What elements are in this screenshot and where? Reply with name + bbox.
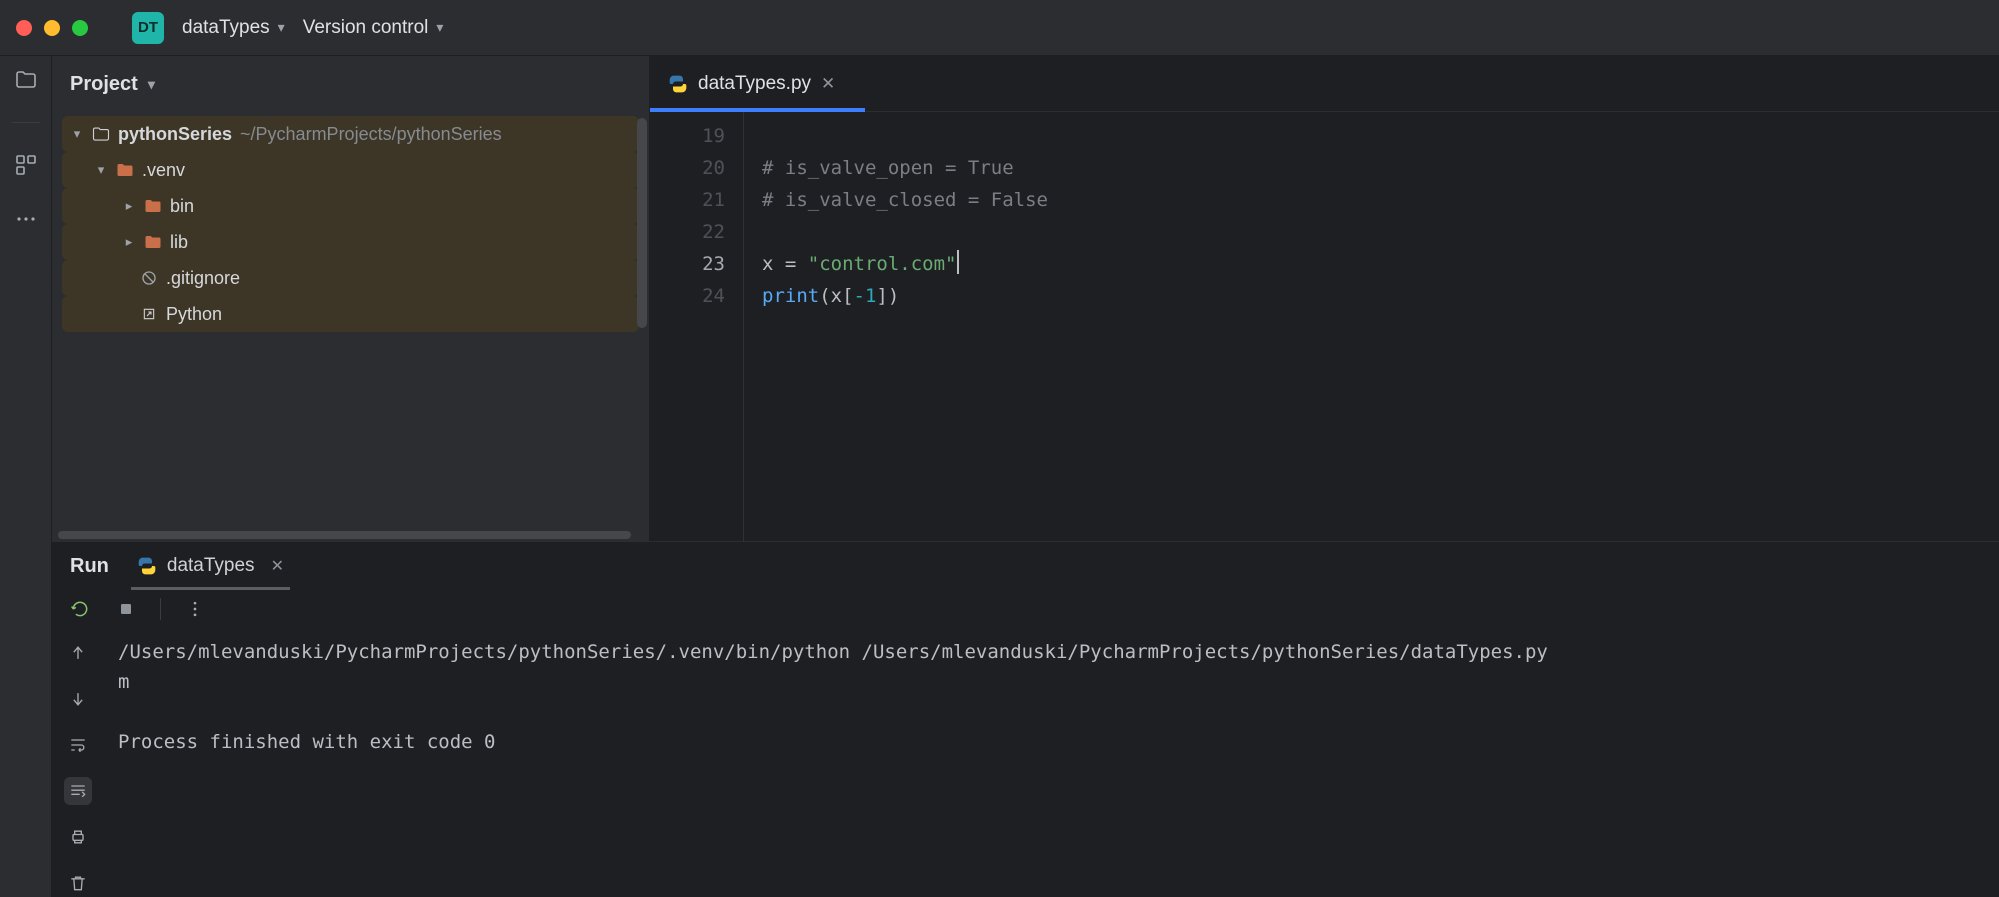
text-cursor bbox=[957, 250, 959, 274]
line-number[interactable]: 21 bbox=[650, 184, 725, 216]
chevron-down-icon[interactable]: ▾ bbox=[70, 126, 84, 142]
code-line[interactable]: # is_valve_closed = False bbox=[762, 184, 1048, 216]
tree-root-name: pythonSeries bbox=[118, 124, 232, 145]
shortcut-icon bbox=[140, 305, 158, 323]
tree-root-path: ~/PycharmProjects/pythonSeries bbox=[240, 124, 502, 145]
run-side-toolbar bbox=[52, 627, 104, 897]
rail-divider bbox=[12, 122, 40, 123]
ignored-file-icon bbox=[140, 269, 158, 287]
more-tool-icon[interactable] bbox=[14, 207, 38, 231]
tree-item-venv[interactable]: ▾ .venv bbox=[62, 152, 639, 188]
editor-gutter[interactable]: 192021222324 bbox=[650, 112, 744, 541]
code-editor[interactable]: 192021222324 # is_valve_open = True# is_… bbox=[650, 112, 1999, 541]
toolbar-separator bbox=[160, 598, 161, 620]
window-close-button[interactable] bbox=[16, 20, 32, 36]
stop-button[interactable] bbox=[114, 597, 138, 621]
window-maximize-button[interactable] bbox=[72, 20, 88, 36]
scroll-up-button[interactable] bbox=[64, 639, 92, 667]
line-number[interactable]: 19 bbox=[650, 120, 725, 152]
tree-item-label: bin bbox=[170, 196, 194, 217]
clear-all-button[interactable] bbox=[64, 869, 92, 897]
more-actions-button[interactable] bbox=[183, 597, 207, 621]
project-tool-title: Project bbox=[70, 73, 138, 96]
folder-icon bbox=[92, 126, 110, 142]
close-icon[interactable]: ✕ bbox=[271, 556, 284, 576]
chevron-down-icon: ▾ bbox=[278, 19, 285, 36]
tree-item-gitignore[interactable]: .gitignore bbox=[62, 260, 639, 296]
tree-item-label: .gitignore bbox=[166, 268, 240, 289]
chevron-down-icon: ▾ bbox=[436, 19, 443, 36]
window-minimize-button[interactable] bbox=[44, 20, 60, 36]
line-number[interactable]: 24 bbox=[650, 280, 725, 312]
project-tool-window: Project ▾ ▾ pythonSeries ~/PycharmProjec… bbox=[52, 56, 650, 541]
vcs-menu[interactable]: Version control ▾ bbox=[303, 17, 444, 39]
project-tool-icon[interactable] bbox=[14, 68, 38, 92]
tree-item-lib[interactable]: ▸ lib bbox=[62, 224, 639, 260]
line-number[interactable]: 20 bbox=[650, 152, 725, 184]
run-tool-header: Run dataTypes ✕ bbox=[52, 542, 1999, 590]
project-tree[interactable]: ▾ pythonSeries ~/PycharmProjects/pythonS… bbox=[52, 112, 649, 541]
code-line[interactable] bbox=[762, 120, 1048, 152]
chevron-right-icon[interactable]: ▸ bbox=[122, 234, 136, 250]
editor-tabs: dataTypes.py ✕ bbox=[650, 56, 1999, 112]
chevron-down-icon: ▾ bbox=[148, 76, 155, 93]
rerun-button[interactable] bbox=[68, 597, 92, 621]
code-line[interactable] bbox=[762, 216, 1048, 248]
editor-tab-datatypes[interactable]: dataTypes.py ✕ bbox=[650, 56, 853, 111]
print-button[interactable] bbox=[64, 823, 92, 851]
folder-icon bbox=[144, 234, 162, 250]
tree-item-label: lib bbox=[170, 232, 188, 253]
left-tool-rail bbox=[0, 56, 52, 897]
editor-tab-filename: dataTypes.py bbox=[698, 73, 811, 95]
titlebar: DT dataTypes ▾ Version control ▾ bbox=[0, 0, 1999, 56]
run-console-output[interactable]: /Users/mlevanduski/PycharmProjects/pytho… bbox=[104, 627, 1999, 897]
tree-root[interactable]: ▾ pythonSeries ~/PycharmProjects/pythonS… bbox=[62, 116, 639, 152]
active-run-tab-indicator bbox=[131, 587, 290, 590]
code-line[interactable]: x = "control.com" bbox=[762, 248, 1048, 280]
tree-item-label: Python bbox=[166, 304, 222, 325]
line-number[interactable]: 22 bbox=[650, 216, 725, 248]
run-tool-window: Run dataTypes ✕ bbox=[52, 541, 1999, 897]
vcs-menu-label: Version control bbox=[303, 17, 429, 39]
run-tool-title: Run bbox=[70, 555, 109, 578]
code-line[interactable]: print(x[-1]) bbox=[762, 280, 1048, 312]
line-number[interactable]: 23 bbox=[650, 248, 725, 280]
folder-icon bbox=[144, 198, 162, 214]
scroll-down-button[interactable] bbox=[64, 685, 92, 713]
project-name-label: dataTypes bbox=[182, 17, 270, 39]
window-controls bbox=[16, 20, 88, 36]
python-file-icon bbox=[668, 74, 688, 94]
project-tree-horizontal-scrollbar[interactable] bbox=[58, 531, 631, 539]
project-tool-header[interactable]: Project ▾ bbox=[52, 56, 649, 112]
project-badge: DT bbox=[132, 12, 164, 44]
structure-tool-icon[interactable] bbox=[14, 153, 38, 177]
python-file-icon bbox=[137, 556, 157, 576]
chevron-down-icon[interactable]: ▾ bbox=[94, 162, 108, 178]
folder-icon bbox=[116, 162, 134, 178]
chevron-right-icon[interactable]: ▸ bbox=[122, 198, 136, 214]
project-selector[interactable]: dataTypes ▾ bbox=[182, 17, 285, 39]
editor-pane: dataTypes.py ✕ 192021222324 # is_valve_o… bbox=[650, 56, 1999, 541]
editor-code-area[interactable]: # is_valve_open = True# is_valve_closed … bbox=[744, 112, 1048, 541]
tree-item-python-link[interactable]: Python bbox=[62, 296, 639, 332]
tree-item-label: .venv bbox=[142, 160, 185, 181]
run-config-tab[interactable]: dataTypes ✕ bbox=[137, 542, 284, 590]
run-config-name: dataTypes bbox=[167, 555, 255, 577]
project-tree-vertical-scrollbar[interactable] bbox=[637, 118, 647, 328]
tree-item-bin[interactable]: ▸ bin bbox=[62, 188, 639, 224]
code-line[interactable]: # is_valve_open = True bbox=[762, 152, 1048, 184]
scroll-to-end-button[interactable] bbox=[64, 777, 92, 805]
soft-wrap-button[interactable] bbox=[64, 731, 92, 759]
close-icon[interactable]: ✕ bbox=[821, 74, 835, 94]
run-toolbar bbox=[52, 590, 1999, 627]
